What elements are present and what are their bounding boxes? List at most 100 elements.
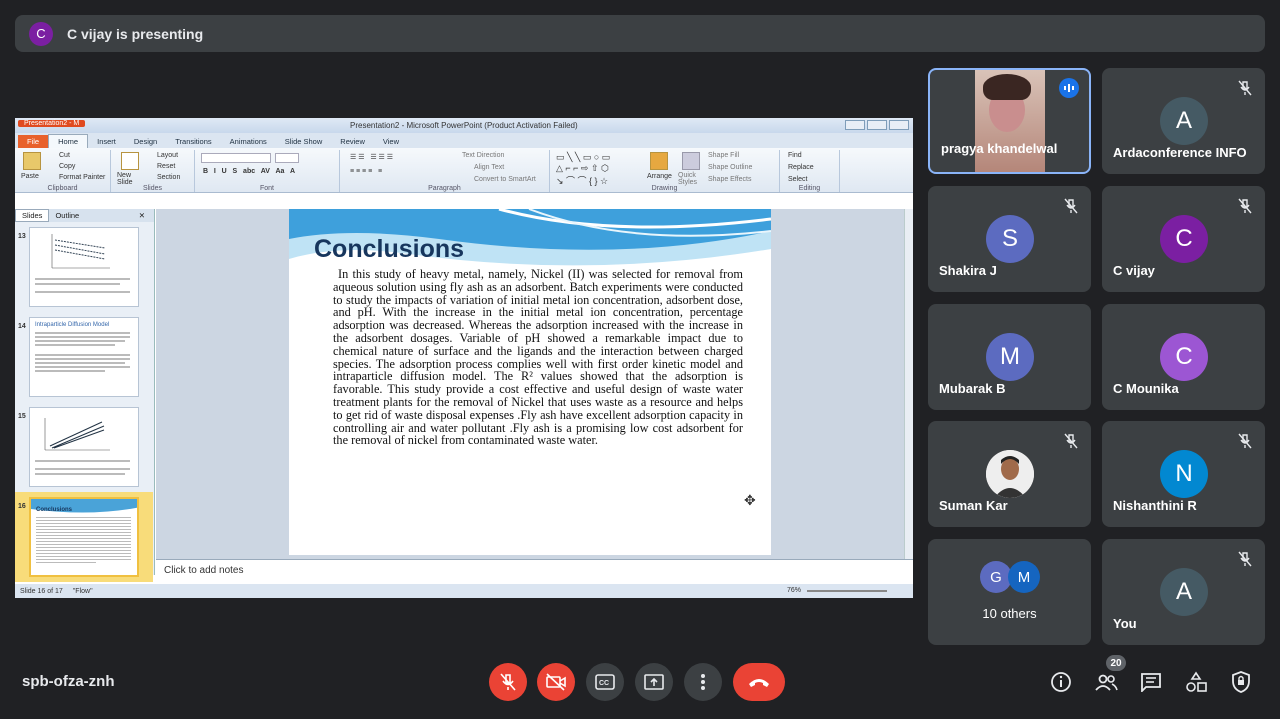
more-options-button[interactable]	[684, 663, 722, 701]
participant-tile-shakira[interactable]: S Shakira J	[928, 186, 1091, 292]
meeting-info-button[interactable]	[1048, 669, 1074, 695]
slides-pane: Slides Outline ✕ 13 14 Intraparticle Dif…	[15, 209, 155, 582]
participant-name: Ardaconference INFO	[1113, 145, 1247, 160]
participant-tile-you[interactable]: A You	[1102, 539, 1265, 645]
presenting-text: C vijay is presenting	[67, 25, 204, 42]
editor-scrollbar	[904, 209, 913, 559]
shapes-gallery: ▭ ╲ ╲ ▭ ○ ▭ △ ⌐ ⌐ ⇨ ⇧ ⬡ ↘ ⌒ ⌒ { } ☆	[556, 152, 611, 186]
participant-name: C vijay	[1113, 263, 1155, 278]
copy-label: Copy	[59, 163, 76, 170]
editing-group-label: Editing	[798, 185, 821, 192]
thumb16-title: Conclusions	[36, 507, 73, 513]
participant-name: pragya khandelwal	[941, 141, 1058, 156]
paste-label: Paste	[21, 173, 39, 180]
more-vert-icon	[701, 674, 705, 690]
font-group-label: Font	[259, 185, 274, 192]
tab-insert: Insert	[97, 137, 116, 146]
quick-styles-icon	[682, 152, 700, 170]
pane-tab-outline: Outline	[55, 211, 80, 220]
participant-name: Nishanthini R	[1113, 498, 1197, 513]
thumb14-title: Intraparticle Diffusion Model	[35, 322, 110, 328]
group-font: B I U S abc AV Aa A Font	[195, 150, 340, 192]
leave-call-button[interactable]	[733, 663, 785, 701]
mic-muted-icon	[1061, 196, 1081, 216]
present-button[interactable]	[635, 663, 673, 701]
tab-home: Home	[48, 134, 89, 148]
others-avatar-m: M	[1008, 561, 1040, 593]
people-icon	[1095, 674, 1118, 691]
arrange-icon	[650, 152, 668, 170]
people-button[interactable]	[1093, 669, 1119, 695]
host-controls-button[interactable]	[1228, 669, 1254, 695]
cut-label: Cut	[59, 152, 70, 159]
participant-tile-others[interactable]: G M 10 others	[928, 539, 1091, 645]
participant-tile-cvijay[interactable]: C C vijay	[1102, 186, 1265, 292]
chat-button[interactable]	[1138, 669, 1164, 695]
ppt-ribbon: Paste Cut Copy Format Painter Clipboard …	[15, 148, 913, 193]
participant-avatar: A	[1160, 568, 1208, 616]
camera-toggle-button[interactable]	[537, 663, 575, 701]
participant-tile-pragya[interactable]: pragya khandelwal	[928, 68, 1091, 174]
shared-screen: Presentation2 - M Presentation2 - Micros…	[15, 118, 913, 598]
layout-label: Layout	[157, 152, 179, 159]
tab-review: Review	[340, 137, 365, 146]
tab-design: Design	[133, 137, 158, 146]
tab-view: View	[382, 137, 399, 146]
font-style-icons: B I U S abc AV Aa A	[203, 168, 296, 175]
participant-tile-cmounika[interactable]: C C Mounika	[1102, 304, 1265, 410]
presenting-banner: C C vijay is presenting	[15, 15, 1265, 52]
participant-name: Shakira J	[939, 263, 997, 278]
select-label: Select	[788, 176, 808, 183]
participant-tile-nishanthini[interactable]: N Nishanthini R	[1102, 421, 1265, 527]
participant-avatar: A	[1160, 97, 1208, 145]
participant-tile-ardaconference[interactable]: A Ardaconference INFO	[1102, 68, 1265, 174]
participant-avatar: N	[1160, 450, 1208, 498]
activities-button[interactable]	[1183, 669, 1209, 695]
hang-up-icon	[749, 679, 769, 687]
group-drawing: ▭ ╲ ╲ ▭ ○ ▭ △ ⌐ ⌐ ⇨ ⇧ ⬡ ↘ ⌒ ⌒ { } ☆ Arrang…	[550, 150, 780, 192]
shield-lock-icon	[1232, 671, 1250, 693]
current-slide: Conclusions In this study of heavy metal…	[289, 209, 771, 555]
thumb-chart-graphic	[35, 418, 130, 475]
speaking-indicator-icon	[1059, 78, 1079, 98]
chat-icon	[1141, 673, 1161, 692]
drawing-group-label: Drawing	[651, 185, 678, 192]
notes-pane: Click to add notes	[156, 559, 913, 583]
info-icon	[1051, 672, 1071, 692]
mic-toggle-button[interactable]	[489, 663, 527, 701]
present-screen-icon	[644, 674, 664, 690]
font-box	[201, 153, 271, 163]
clipboard-group-label: Clipboard	[47, 185, 78, 192]
slide-thumb-16: Conclusions	[29, 497, 139, 577]
group-slides: New Slide Layout Reset Section Slides	[111, 150, 195, 192]
list-icons: ☰ ☰ ☰ ☰ ☰	[350, 154, 394, 161]
paragraph-group-label: Paragraph	[428, 185, 461, 192]
shape-fill-label: Shape Fill	[708, 152, 740, 159]
tab-file: File	[18, 135, 49, 148]
meeting-code: spb-ofza-znh	[22, 673, 115, 690]
slides-group-label: Slides	[142, 185, 163, 192]
tab-slide-show: Slide Show	[284, 137, 323, 146]
ppt-status-bar: Slide 16 of 17 "Flow" 76%	[15, 584, 913, 598]
new-slide-label: New Slide	[117, 172, 133, 186]
captions-button[interactable]: CC	[586, 663, 624, 701]
camera-off-icon	[546, 673, 566, 691]
presenter-avatar: C	[29, 21, 53, 46]
participant-tile-suman[interactable]: Suman Kar	[928, 421, 1091, 527]
svg-text:CC: CC	[599, 680, 609, 687]
zoom-slider	[807, 590, 887, 592]
ppt-quick-access: Presentation2 - M	[18, 120, 86, 127]
participant-tile-mubarak[interactable]: M Mubarak B	[928, 304, 1091, 410]
thumb-number: 15	[18, 413, 26, 420]
slide-thumb-15	[29, 407, 139, 487]
ppt-titlebar: Presentation2 - M Presentation2 - Micros…	[15, 118, 913, 133]
others-count: 10 others	[982, 606, 1037, 621]
participant-name: Suman Kar	[939, 498, 1008, 513]
slide-editor: Conclusions In this study of heavy metal…	[156, 209, 913, 559]
people-count-badge: 20	[1106, 655, 1126, 671]
shape-effects-label: Shape Effects	[708, 176, 752, 183]
section-label: Section	[157, 174, 181, 181]
group-clipboard: Paste Cut Copy Format Painter Clipboard	[15, 150, 111, 192]
convert-smartart-label: Convert to SmartArt	[474, 176, 536, 183]
text-direction-label: Text Direction	[462, 152, 505, 159]
